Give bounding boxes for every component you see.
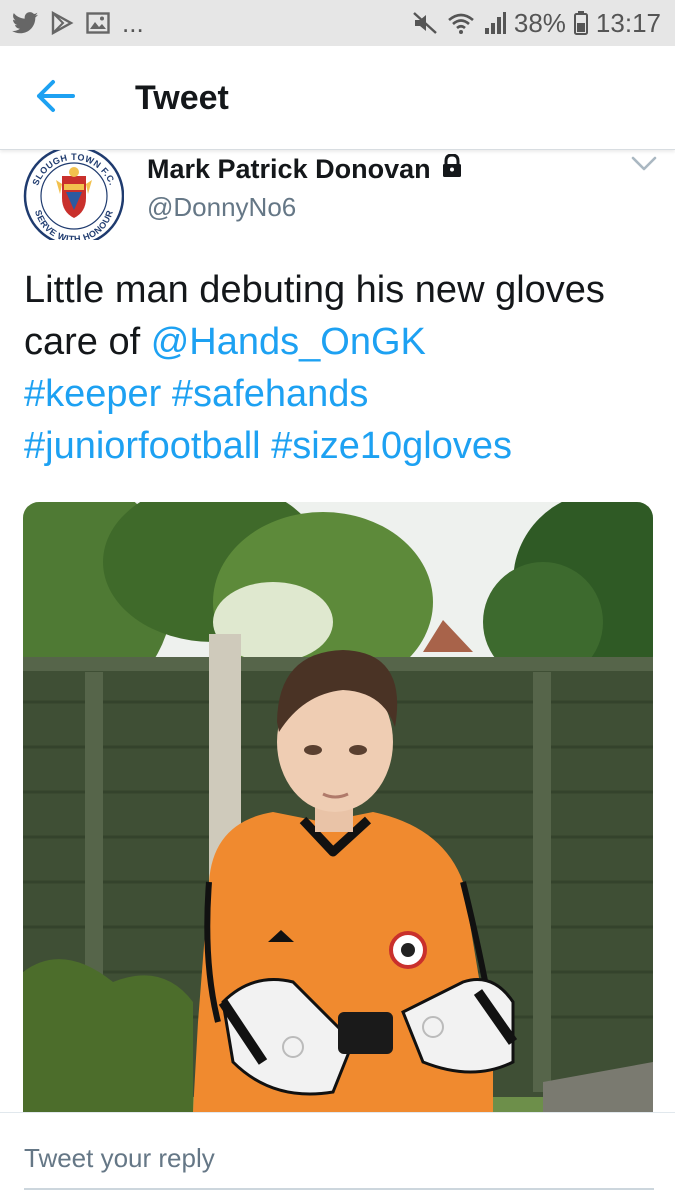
author-handle[interactable]: @DonnyNo6 [147,191,296,223]
image-icon [86,12,110,34]
battery-icon [573,11,588,35]
mention-link[interactable]: @Hands_OnGK [151,321,426,363]
twitter-icon [12,12,38,34]
reply-input[interactable]: Tweet your reply [24,1140,654,1180]
chevron-down-icon [630,156,658,177]
page-title: Tweet [135,79,229,117]
wifi-icon [446,11,476,35]
back-button[interactable] [32,78,78,118]
hashtag-link[interactable]: #size10gloves [271,425,512,467]
hashtag-link[interactable]: #safehands [172,373,369,415]
top-bar: Tweet [0,46,675,150]
lock-icon [441,152,463,186]
more-notifications: ... [122,7,144,38]
hashtag-link[interactable]: #juniorfootball [24,425,261,467]
system-status: 38% 13:17 [412,8,661,38]
reply-divider [0,1112,675,1113]
tweet-text: Little man debuting his new gloves care … [24,264,654,472]
mute-icon [412,11,438,35]
arrow-left-icon [35,79,75,118]
play-store-icon [50,11,74,35]
author-name-row[interactable]: Mark Patrick Donovan [147,152,463,186]
signal-icon [484,11,506,35]
hashtag-link[interactable]: #keeper [24,373,161,415]
status-bar: ... 38% 13:17 [0,0,675,46]
author-name: Mark Patrick Donovan [147,154,431,184]
clock: 13:17 [595,7,661,38]
battery-level: 38% [513,7,566,38]
tweet-options-button[interactable] [630,155,658,173]
reply-input-underline [24,1188,654,1190]
tweet-photo[interactable] [23,502,653,1112]
avatar[interactable]: SLOUGH TOWN F.C. SERVE WITH HONOUR [22,150,124,240]
notification-area: ... [12,8,144,38]
